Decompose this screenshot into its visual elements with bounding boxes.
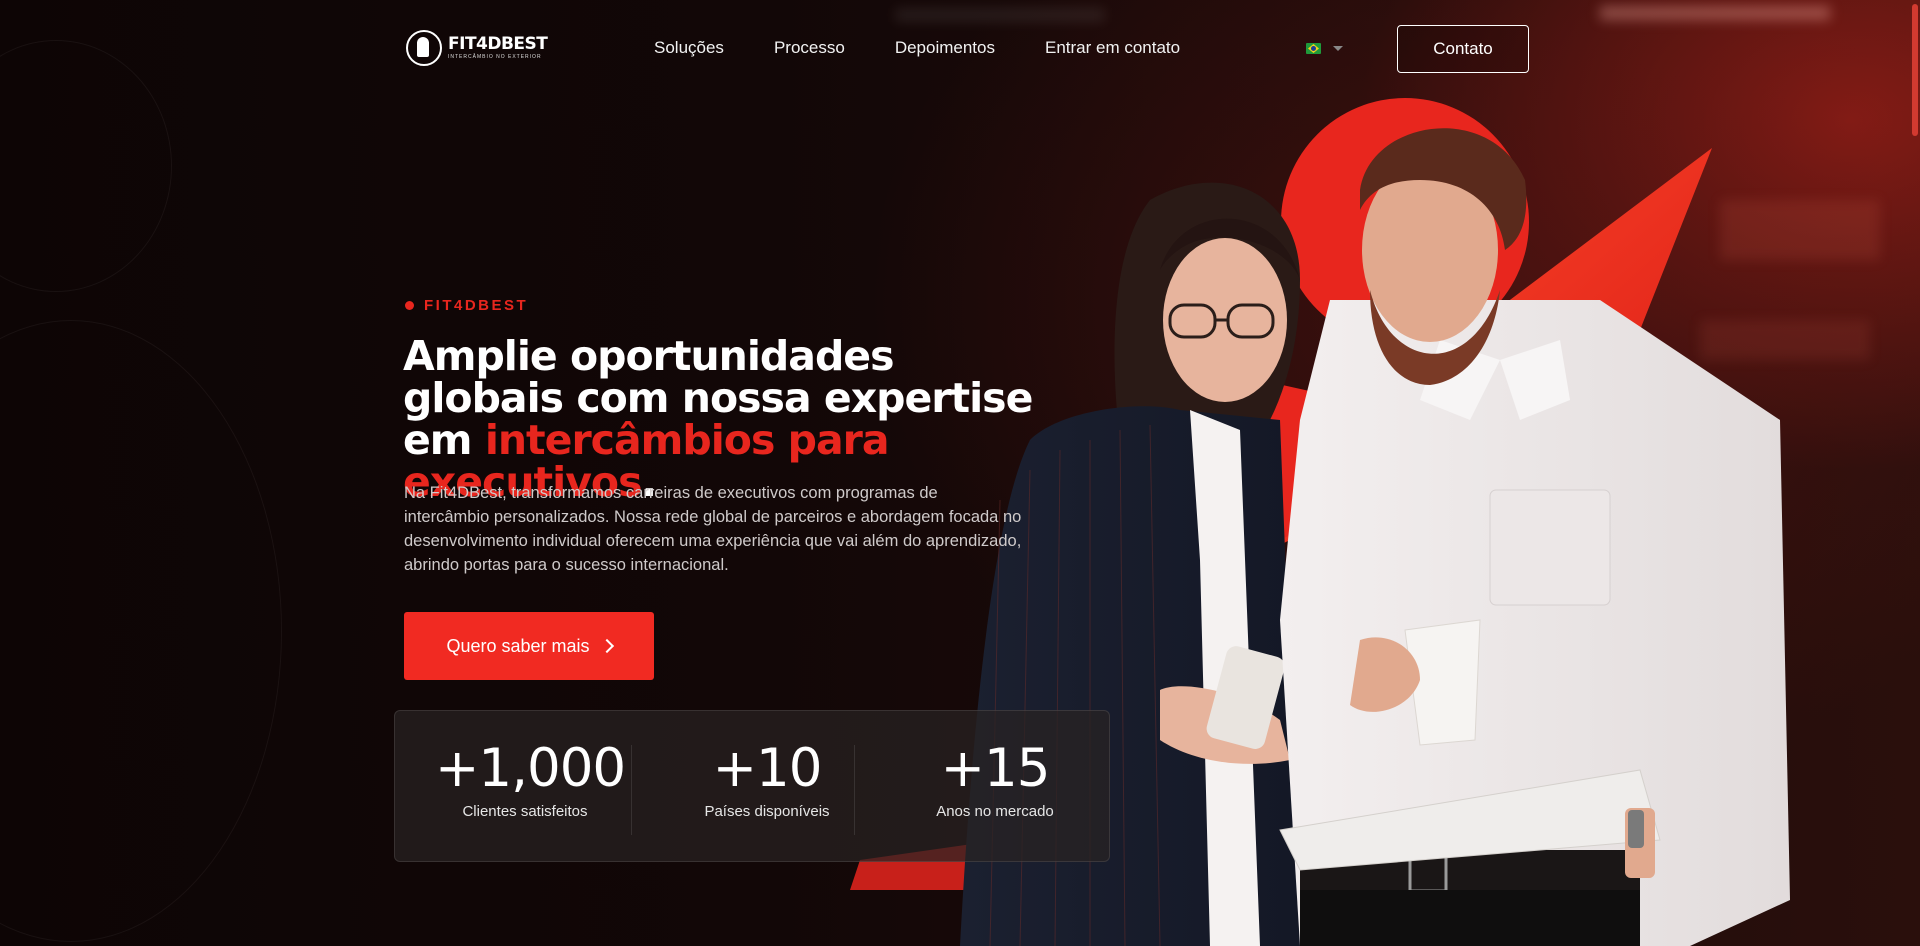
brand-tagline: INTERCÂMBIO NO EXTERIOR (448, 54, 542, 60)
nav-item-solucoes[interactable]: Soluções (654, 38, 724, 58)
site-header: FIT4DBEST INTERCÂMBIO NO EXTERIOR Soluçõ… (0, 0, 1920, 98)
brazil-flag-icon (1306, 43, 1321, 54)
stat-label: Países disponíveis (704, 803, 830, 820)
logo-wordmark: FIT4DBEST INTERCÂMBIO NO EXTERIOR (448, 34, 548, 60)
nav-item-depoimentos[interactable]: Depoimentos (895, 38, 995, 58)
contact-button[interactable]: Contato (1397, 25, 1529, 73)
stat-value: +1,000 (435, 738, 626, 799)
stat-countries: +10 Países disponíveis (667, 738, 867, 821)
stat-value: +15 (940, 738, 1051, 799)
cta-label: Quero saber mais (446, 635, 590, 656)
stat-label: Anos no mercado (936, 803, 1054, 820)
dot-icon (405, 301, 414, 310)
nav-item-entrar-em-contato[interactable]: Entrar em contato (1045, 38, 1180, 58)
main-nav: Soluções Processo Depoimentos Entrar em … (654, 38, 1180, 58)
landing-page: FIT4DBEST INTERCÂMBIO NO EXTERIOR Soluçõ… (0, 0, 1920, 946)
brand-name: FIT4DBEST (448, 34, 548, 54)
brand-logo[interactable]: FIT4DBEST INTERCÂMBIO NO EXTERIOR (406, 30, 548, 66)
stat-years: +15 Anos no mercado (895, 738, 1095, 821)
stat-clients: +1,000 Clientes satisfeitos (435, 738, 626, 821)
chevron-right-icon (599, 638, 614, 654)
hero-description: Na Fit4DBest, transformamos carreiras de… (404, 484, 1022, 574)
globe-figure-icon (406, 30, 442, 66)
learn-more-button[interactable]: Quero saber mais (404, 612, 654, 680)
chevron-down-icon (1333, 46, 1343, 51)
eyebrow-label: FIT4DBEST (424, 297, 529, 314)
stat-divider (631, 745, 632, 835)
language-selector[interactable] (1306, 43, 1343, 54)
hero-eyebrow: FIT4DBEST (405, 297, 528, 314)
hero-headline: Amplie oportunidades globais com nossa e… (403, 335, 1043, 503)
stat-divider (854, 745, 855, 835)
stats-panel: +1,000 Clientes satisfeitos +10 Países d… (394, 710, 1110, 862)
nav-item-processo[interactable]: Processo (774, 38, 845, 58)
stat-label: Clientes satisfeitos (462, 803, 588, 820)
stat-value: +10 (712, 738, 823, 799)
